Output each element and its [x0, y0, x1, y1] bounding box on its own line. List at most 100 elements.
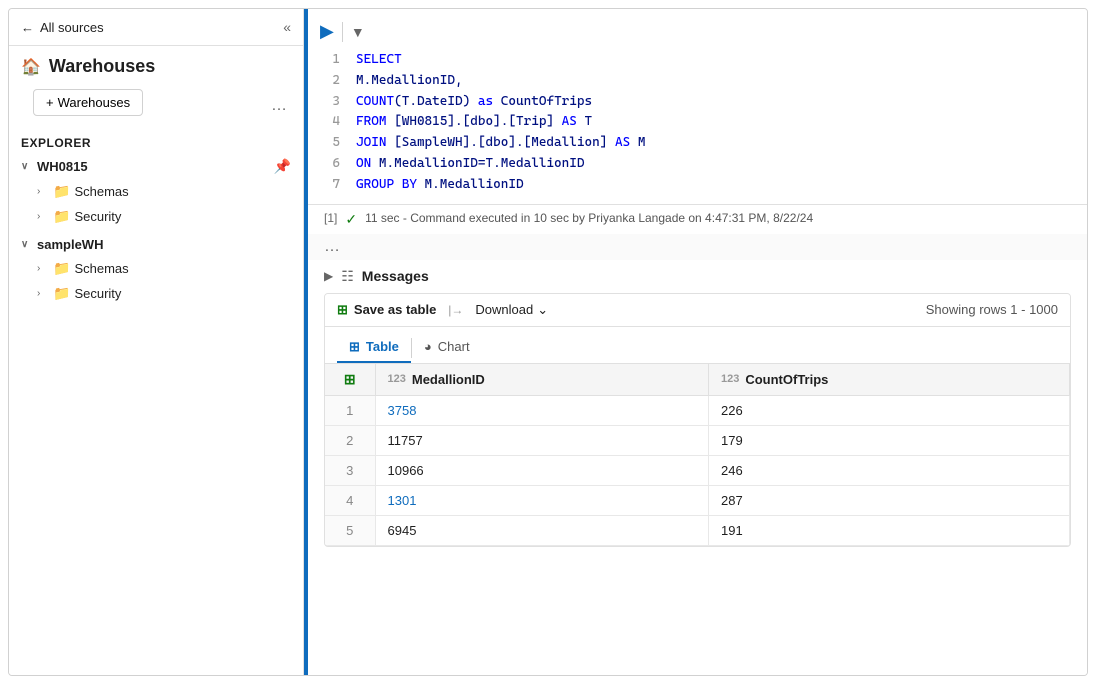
save-as-table-button[interactable]: ⊞ Save as table [337, 302, 436, 318]
tab-table-label: Table [366, 339, 399, 354]
chevron-down-icon: ∨ [21, 239, 33, 250]
folder-icon: 📁 [53, 208, 70, 225]
explorer-section-label: Explorer [9, 128, 303, 154]
line-number: 2 [320, 71, 340, 92]
view-tabs: ⊞ Table ◕ Chart [325, 327, 1070, 364]
cell-rownum: 1 [325, 395, 375, 425]
sidebar-header: ← All sources « [9, 9, 303, 46]
cell-rownum: 3 [325, 455, 375, 485]
more-dots: … [308, 234, 1087, 260]
code-text: SELECT [356, 50, 402, 71]
cell-medallionid: 11757 [375, 425, 708, 455]
tab-chart[interactable]: ◕ Chart [412, 333, 482, 363]
line-number: 3 [320, 92, 340, 113]
results-toolbar: ⊞ Save as table |→ Download ⌄ Showing ro… [325, 294, 1070, 327]
code-line-5: 5 JOIN [SampleWH].[dbo].[Medallion] AS M [320, 133, 1075, 154]
collapse-icon[interactable]: « [283, 19, 291, 35]
chevron-down-icon: ∨ [21, 161, 33, 172]
line-number: 1 [320, 50, 340, 71]
chart-icon: ◕ [424, 339, 432, 354]
code-text: FROM [WH0815].[dbo].[Trip] AS T [356, 112, 592, 133]
num-type-icon: 123 [721, 373, 739, 385]
warehouses-title: Warehouses [49, 56, 155, 77]
cell-medallionid: 3758 [375, 395, 708, 425]
sidebar: ← All sources « 🏠 Warehouses + Warehouse… [9, 9, 304, 675]
line-number: 6 [320, 154, 340, 175]
code-line-7: 7 GROUP BY M.MedallionID [320, 175, 1075, 196]
warehouses-title-row: 🏠 Warehouses [9, 46, 303, 83]
tree-item-security2[interactable]: › 📁 Security [9, 281, 303, 306]
tree-item-samplewh[interactable]: ∨ sampleWH [9, 233, 303, 256]
code-line-3: 3 COUNT(T.DateID) as CountOfTrips [320, 92, 1075, 113]
pin-icon: 📌 [274, 158, 291, 175]
code-content[interactable]: 1 SELECT 2 M.MedallionID, 3 COUNT(T.Date… [308, 50, 1087, 196]
tree-item-wh0815[interactable]: ∨ WH0815 📌 [9, 154, 303, 179]
results-table: ⊞ 123 MedallionID 123 [325, 364, 1070, 546]
tab-table[interactable]: ⊞ Table [337, 333, 411, 363]
table-grid-icon: ⊞ [337, 302, 348, 318]
code-text: GROUP BY M.MedallionID [356, 175, 524, 196]
content-area: ▶ ▼ 1 SELECT 2 M.MedallionID, 3 COUNT(T.… [308, 9, 1087, 675]
col-header-label: MedallionID [412, 372, 485, 387]
plus-icon: + [46, 95, 54, 110]
tree-item-schemas2[interactable]: › 📁 Schemas [9, 256, 303, 281]
warehouse-more-button[interactable]: … [267, 93, 291, 119]
code-line-6: 6 ON M.MedallionID=T.MedallionID [320, 154, 1075, 175]
tree-item-schemas1[interactable]: › 📁 Schemas [9, 179, 303, 204]
col-header-rownum: ⊞ [325, 364, 375, 396]
table-row: 56945191 [325, 515, 1070, 545]
line-number: 7 [320, 175, 340, 196]
download-label: Download [475, 302, 533, 317]
chevron-right-icon: › [37, 263, 49, 274]
col-header-countoftrips: 123 CountOfTrips [708, 364, 1069, 396]
back-link-label: All sources [40, 20, 104, 35]
grid-icon: ⊞ [344, 371, 356, 387]
toolbar-dropdown-button[interactable]: ▼ [351, 24, 365, 40]
add-warehouse-button[interactable]: + Warehouses [33, 89, 143, 116]
status-bracket: [1] [324, 211, 337, 225]
cell-rownum: 2 [325, 425, 375, 455]
tree-item-label: Security [74, 209, 121, 224]
table-row: 13758226 [325, 395, 1070, 425]
tree-item-security1[interactable]: › 📁 Security [9, 204, 303, 229]
line-number: 4 [320, 112, 340, 133]
code-text: ON M.MedallionID=T.MedallionID [356, 154, 585, 175]
cell-rownum: 4 [325, 485, 375, 515]
messages-chevron-icon: ▶ [324, 269, 333, 283]
cell-countoftrips: 179 [708, 425, 1069, 455]
toolbar-divider [342, 22, 343, 42]
cell-countoftrips: 287 [708, 485, 1069, 515]
tree-item-label: Schemas [74, 261, 128, 276]
code-text: JOIN [SampleWH].[dbo].[Medallion] AS M [356, 133, 645, 154]
status-message: 11 sec - Command executed in 10 sec by P… [365, 211, 813, 225]
code-editor: ▶ ▼ 1 SELECT 2 M.MedallionID, 3 COUNT(T.… [308, 9, 1087, 205]
toolbar-separator: |→ [448, 303, 463, 317]
col-header-medallionid: 123 MedallionID [375, 364, 708, 396]
tree-item-label: sampleWH [37, 237, 103, 252]
messages-row[interactable]: ▶ ☷ Messages [324, 260, 1071, 293]
code-line-4: 4 FROM [WH0815].[dbo].[Trip] AS T [320, 112, 1075, 133]
download-button[interactable]: Download ⌄ [475, 302, 548, 318]
cell-medallionid: 6945 [375, 515, 708, 545]
messages-icon: ☷ [341, 268, 354, 285]
warehouse-row: + Warehouses … [9, 83, 303, 128]
status-check-icon: ✓ [345, 211, 357, 228]
col-header-label: CountOfTrips [745, 372, 828, 387]
code-text: COUNT(T.DateID) as CountOfTrips [356, 92, 592, 113]
tree-item-label: Schemas [74, 184, 128, 199]
chevron-right-icon: › [37, 288, 49, 299]
cell-countoftrips: 226 [708, 395, 1069, 425]
showing-rows-label: Showing rows 1 - 1000 [926, 302, 1058, 317]
table-icon: ⊞ [349, 339, 360, 355]
back-arrow-icon: ← [21, 20, 34, 35]
code-line-1: 1 SELECT [320, 50, 1075, 71]
code-line-2: 2 M.MedallionID, [320, 71, 1075, 92]
results-container: ⊞ Save as table |→ Download ⌄ Showing ro… [324, 293, 1071, 547]
table-row: 41301287 [325, 485, 1070, 515]
code-text: M.MedallionID, [356, 71, 463, 92]
run-query-button[interactable]: ▶ [320, 21, 334, 42]
tab-chart-label: Chart [438, 339, 470, 354]
back-link[interactable]: ← All sources [21, 20, 104, 35]
messages-label: Messages [362, 268, 429, 284]
folder-icon: 📁 [53, 285, 70, 302]
